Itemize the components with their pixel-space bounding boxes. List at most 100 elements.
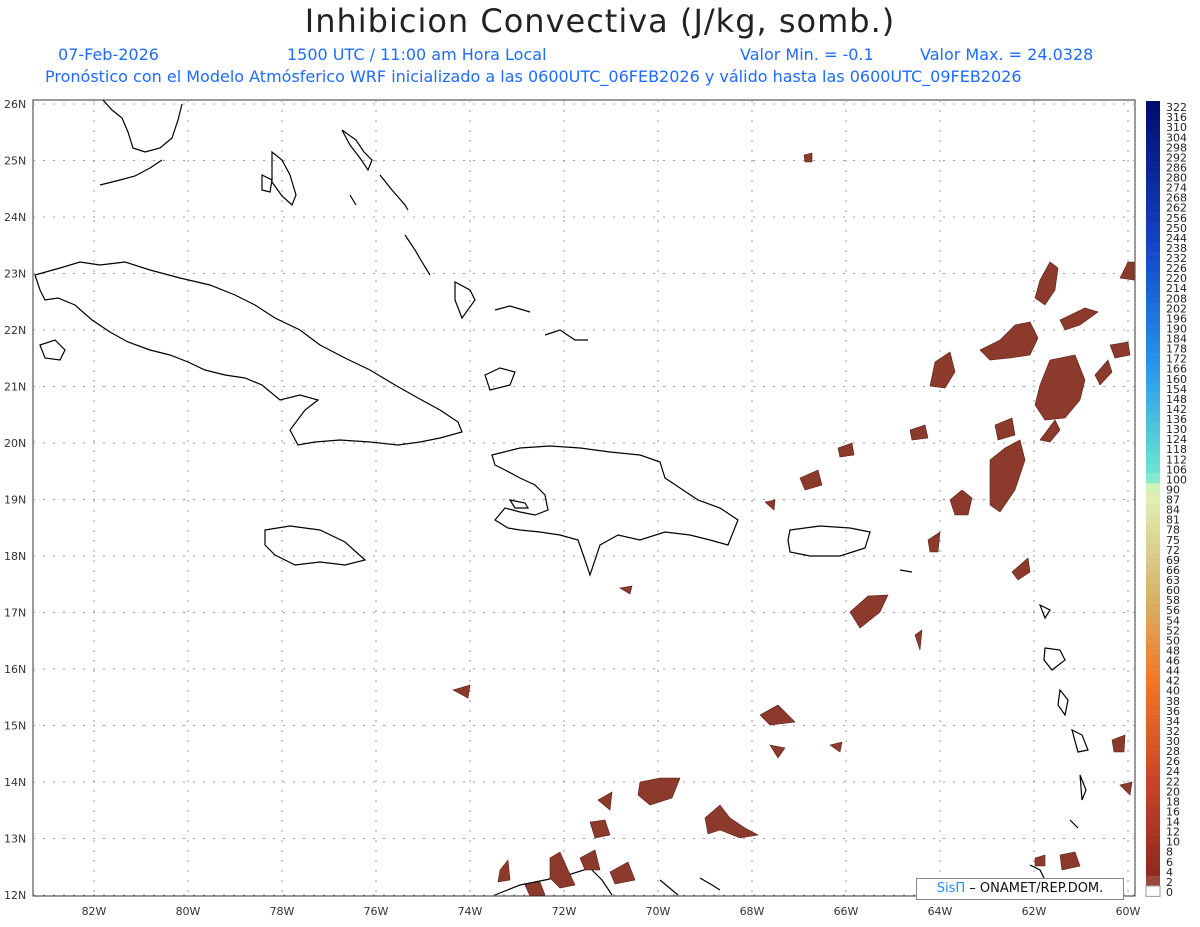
- lat-tick-label: 12N: [4, 889, 26, 902]
- colorbar-swatch: [1146, 443, 1160, 454]
- colorbar-swatch: [1146, 241, 1160, 253]
- colorbar-swatch: [1146, 795, 1160, 806]
- colorbar-swatch: [1146, 111, 1160, 122]
- longitude-labels: 82W 80W 78W 76W 74W 72W 70W 68W 66W 64W 62W 60W: [82, 905, 1141, 918]
- lon-tick-label: 74W: [458, 905, 483, 918]
- lon-tick-label: 62W: [1022, 905, 1047, 918]
- lon-tick-label: 72W: [552, 905, 577, 918]
- colorbar-swatch: [1146, 131, 1160, 142]
- colorbar-swatch: [1146, 292, 1160, 303]
- colorbar-swatch: [1146, 211, 1160, 223]
- colorbar-swatch: [1146, 724, 1160, 736]
- lon-tick-label: 64W: [928, 905, 953, 918]
- colorbar-swatch: [1146, 362, 1160, 374]
- colorbar-swatch: [1146, 815, 1160, 826]
- colorbar-swatch: [1146, 392, 1160, 404]
- colorbar-swatch: [1146, 594, 1160, 605]
- colorbar-swatch: [1146, 503, 1160, 514]
- lat-tick-label: 14N: [4, 776, 26, 789]
- colorbar-swatch: [1146, 563, 1160, 575]
- colorbar-swatch: [1146, 664, 1160, 676]
- lon-tick-label: 68W: [740, 905, 765, 918]
- colorbar-swatch: [1146, 221, 1160, 233]
- colorbar-swatch: [1146, 875, 1160, 887]
- colorbar-swatch: [1146, 101, 1160, 112]
- lat-tick-label: 20N: [4, 437, 26, 450]
- colorbar-swatch: [1146, 734, 1160, 746]
- colorbar-swatch: [1146, 181, 1160, 192]
- colorbar-swatch: [1146, 493, 1160, 504]
- colorbar-swatch: [1146, 372, 1160, 384]
- colorbar-swatch: [1146, 533, 1160, 545]
- lat-tick-label: 23N: [4, 268, 26, 281]
- colorbar-swatch: [1146, 171, 1160, 182]
- colorbar-swatch: [1146, 584, 1160, 595]
- colorbar-swatch: [1146, 342, 1160, 353]
- colorbar-swatch: [1146, 251, 1160, 263]
- colorbar-swatch: [1146, 332, 1160, 343]
- lat-tick-label: 25N: [4, 155, 26, 168]
- colorbar-swatch: [1146, 614, 1160, 625]
- colorbar-swatch: [1146, 573, 1160, 585]
- credit-box: SisΠ – ONAMET/REP.DOM.: [916, 878, 1124, 900]
- lon-tick-label: 70W: [646, 905, 671, 918]
- latitude-labels: 26N 25N 24N 23N 22N 21N 20N 19N 18N 17N 16N 15N 14N 1…: [4, 98, 26, 902]
- colorbar-swatch: [1146, 151, 1160, 162]
- colorbar-swatch: [1146, 473, 1160, 484]
- lat-tick-label: 16N: [4, 663, 26, 676]
- colorbar-swatch: [1146, 262, 1160, 273]
- colorbar-swatch: [1146, 433, 1160, 444]
- map-canvas: 26N 25N 24N 23N 22N 21N 20N 19N 18N 17N 16N 15N 14N 1…: [4, 98, 1187, 918]
- colorbar-swatch: [1146, 543, 1160, 555]
- colorbar-swatch: [1146, 272, 1160, 283]
- colorbar-swatch: [1146, 141, 1160, 152]
- colorbar-swatch: [1146, 282, 1160, 293]
- lon-tick-label: 78W: [270, 905, 295, 918]
- colorbar-swatch: [1146, 644, 1160, 655]
- lat-tick-label: 18N: [4, 550, 26, 563]
- colorbar-labels: 3223163103042982922862802742682622562502…: [1166, 101, 1187, 899]
- colorbar-swatch: [1145, 885, 1161, 897]
- colorbar: [1145, 101, 1161, 897]
- lat-tick-label: 13N: [4, 833, 26, 846]
- colorbar-swatch: [1146, 604, 1160, 615]
- colorbar-swatch: [1146, 423, 1160, 434]
- colorbar-swatch: [1146, 624, 1160, 635]
- colorbar-swatch: [1146, 684, 1160, 696]
- colorbar-swatch: [1146, 775, 1160, 786]
- colorbar-swatch: [1146, 523, 1160, 535]
- lat-tick-label: 24N: [4, 211, 26, 224]
- colorbar-swatch: [1146, 674, 1160, 686]
- colorbar-swatch: [1146, 835, 1160, 847]
- colorbar-swatch: [1146, 825, 1160, 837]
- credit-brand: SisΠ: [936, 881, 966, 896]
- colorbar-swatch: [1146, 191, 1160, 203]
- colorbar-swatch: [1146, 412, 1160, 424]
- colorbar-swatch: [1146, 694, 1160, 706]
- colorbar-swatch: [1146, 382, 1160, 394]
- lat-tick-label: 15N: [4, 720, 26, 733]
- colorbar-swatch: [1146, 855, 1160, 867]
- colorbar-swatch: [1146, 231, 1160, 243]
- colorbar-swatch: [1146, 201, 1160, 213]
- colorbar-swatch: [1146, 745, 1160, 756]
- colorbar-swatch: [1146, 714, 1160, 726]
- colorbar-swatch: [1146, 845, 1160, 857]
- colorbar-swatch: [1146, 402, 1160, 414]
- colorbar-swatch: [1146, 755, 1160, 766]
- colorbar-swatch: [1146, 704, 1160, 716]
- lat-tick-label: 26N: [4, 98, 26, 111]
- colorbar-swatch: [1146, 463, 1160, 474]
- colorbar-swatch: [1146, 805, 1160, 816]
- lon-tick-label: 60W: [1116, 905, 1141, 918]
- colorbar-swatch: [1146, 654, 1160, 665]
- colorbar-swatch: [1146, 634, 1160, 645]
- colorbar-swatch: [1146, 453, 1160, 464]
- lat-tick-label: 17N: [4, 607, 26, 620]
- colorbar-swatch: [1146, 352, 1160, 364]
- lon-tick-label: 76W: [364, 905, 389, 918]
- colorbar-swatch: [1146, 483, 1160, 494]
- lon-tick-label: 80W: [176, 905, 201, 918]
- colorbar-label: 0: [1166, 886, 1173, 899]
- lat-tick-label: 19N: [4, 494, 26, 507]
